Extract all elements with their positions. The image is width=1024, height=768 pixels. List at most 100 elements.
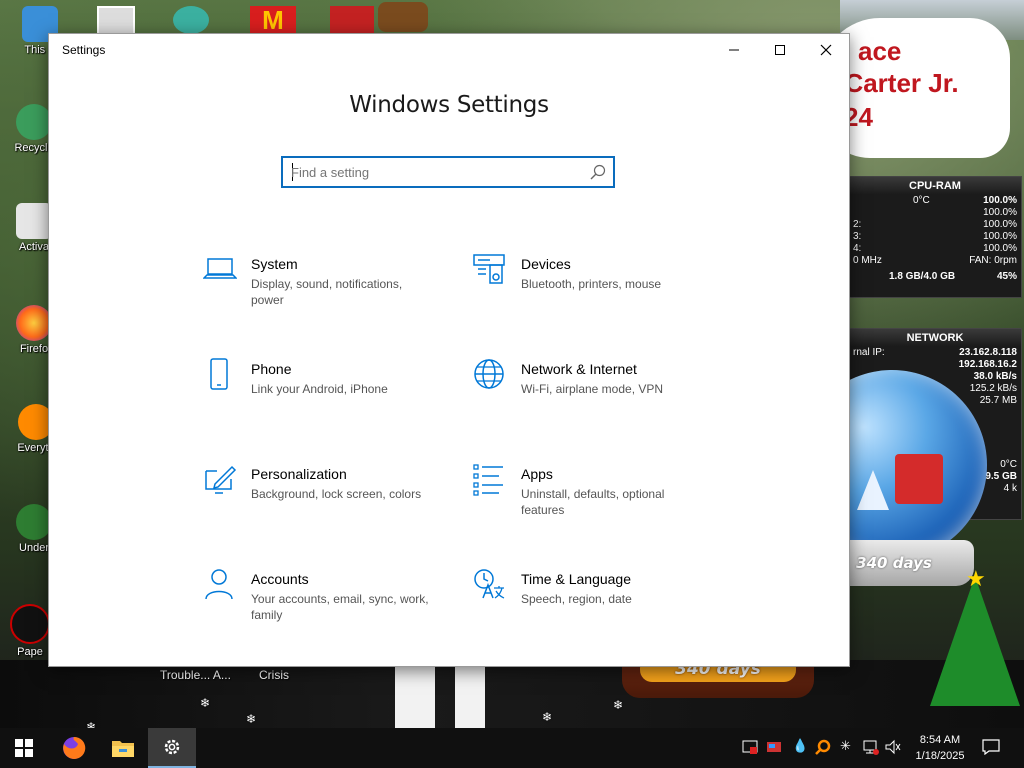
ram-percent: 45% [996,271,1017,282]
tray-drop-icon[interactable]: 💧 [792,738,808,754]
cpu-total-line: 0°C 100.0% [849,195,1021,207]
category-name: Apps [521,466,553,482]
category-network-internet[interactable]: Network & Internet Wi-Fi, airplane mode,… [473,358,723,438]
santa-icon[interactable] [330,6,374,34]
category-time-language[interactable]: Time & Language Speech, region, date [473,568,723,648]
category-name: Devices [521,256,571,272]
category-name: Personalization [251,466,347,482]
page-title: Windows Settings [349,92,549,118]
search-magnifier-icon [815,739,831,755]
category-accounts[interactable]: Accounts Your accounts, email, sync, wor… [203,568,453,648]
gear-icon [164,739,180,755]
game-character-icon [16,504,52,540]
apps-list-icon [473,464,503,496]
network-monitor-icon [863,740,879,755]
activate-icon [16,203,52,239]
desktop-icon-label[interactable]: Trouble... A... [160,668,231,682]
tray-app-icon[interactable] [742,739,758,758]
firefox-icon [16,305,52,341]
globe-icon [474,359,504,389]
reindeer-icon[interactable] [378,2,428,32]
gadget-title: NETWORK [849,329,1021,347]
tree-icon [857,470,889,510]
app-icon[interactable] [173,6,209,34]
category-devices[interactable]: Devices Bluetooth, printers, mouse [473,253,723,333]
tray-image-icon [767,742,781,752]
category-description: Your accounts, email, sync, work, family [251,592,429,622]
title-bar[interactable]: Settings [49,34,849,66]
net-ip-line: 192.168.16.2 [849,359,1021,371]
cpu-ram-gadget[interactable]: CPU-RAM 0°C 100.0% 100.0% 2: 100.0% 3: 100… [848,176,1022,298]
paper-icon [10,604,50,644]
cpu-core-line: 100.0% [849,207,1021,219]
paint-screen-icon [205,465,237,494]
category-description: Uninstall, defaults, optional features [521,487,665,517]
net-ip: 192.168.16.2 [958,359,1017,370]
tray-volume-icon[interactable] [885,739,901,758]
cpu-fan: FAN: 0rpm [969,255,1017,266]
floor-area [0,660,1024,728]
core-label: 4: [853,243,862,254]
start-button[interactable] [0,728,48,768]
gifts-icon [895,454,943,504]
tray-everything-icon[interactable] [815,739,831,758]
person-icon [205,569,233,600]
category-description: Link your Android, iPhone [251,382,388,396]
taskbar-firefox[interactable] [50,728,98,768]
gadget-title: CPU-RAM [849,177,1021,195]
search-box[interactable] [281,156,615,188]
christmas-tree-icon [930,576,1020,706]
taskbar-settings[interactable] [148,728,196,768]
category-system[interactable]: System Display, sound, notifications, po… [203,253,453,333]
notification-icon [982,739,1000,756]
desktop-icon-label[interactable]: Crisis [259,668,289,682]
cpu-core-line: 4: 100.0% [849,243,1021,255]
time-language-icon [474,569,505,599]
settings-window[interactable]: Settings Windows Settings System Display… [48,33,850,667]
tray-snowflake-icon[interactable]: ✳ [840,738,851,754]
net-small: 4 k [1003,483,1017,494]
taskbar-file-explorer[interactable] [99,728,147,768]
snowflake-icon: ❄ [200,696,211,710]
net-ip-label: rnal IP: [853,347,885,358]
category-apps[interactable]: Apps Uninstall, defaults, optional featu… [473,463,723,543]
snowflake-icon: ❄ [613,698,624,712]
core-value: 100.0% [983,219,1017,230]
taskbar[interactable]: 💧 ✳ 8:54 AM 1/18/2025 [0,728,1024,768]
net-size: 9.5 GB [985,471,1017,482]
clock[interactable]: 8:54 AM 1/18/2025 [905,732,975,764]
tray-app-icon[interactable] [766,739,782,758]
windows-logo-icon [15,739,33,757]
volume-muted-icon [885,739,901,755]
category-description: Speech, region, date [521,592,632,606]
snowflake-icon: ❄ [86,720,97,728]
category-description: Wi-Fi, airplane mode, VPN [521,382,664,396]
clock-time: 8:54 AM [919,734,961,746]
category-name: Phone [251,361,292,377]
category-description: Display, sound, notifications, power [251,277,403,307]
category-name: Network & Internet [521,361,637,377]
net-ip-line: rnal IP: 23.162.8.118 [849,347,1021,359]
maximize-button[interactable] [757,34,803,66]
category-phone[interactable]: Phone Link your Android, iPhone [203,358,453,438]
core-value: 100.0% [983,207,1017,218]
minimize-button[interactable] [711,34,757,66]
close-button[interactable] [803,34,849,66]
decorative-stripe [455,660,485,728]
core-value: 100.0% [983,231,1017,242]
firefox-icon [63,736,86,759]
net-total: 25.7 MB [979,395,1017,406]
mcdonalds-icon[interactable]: M [250,6,296,34]
cpu-total: 100.0% [983,195,1017,206]
folder-icon [112,741,134,757]
snowflake-icon: ❄ [246,712,257,726]
core-value: 100.0% [983,243,1017,254]
search-icon[interactable] [589,163,607,181]
category-personalization[interactable]: Personalization Background, lock screen,… [203,463,453,543]
notifications-button[interactable] [982,739,1000,758]
tray-network-icon[interactable] [863,739,879,758]
category-name: Accounts [251,571,309,587]
search-input[interactable] [291,158,581,186]
ram-usage: 1.8 GB/4.0 GB [889,271,956,282]
minimize-icon [729,49,739,51]
